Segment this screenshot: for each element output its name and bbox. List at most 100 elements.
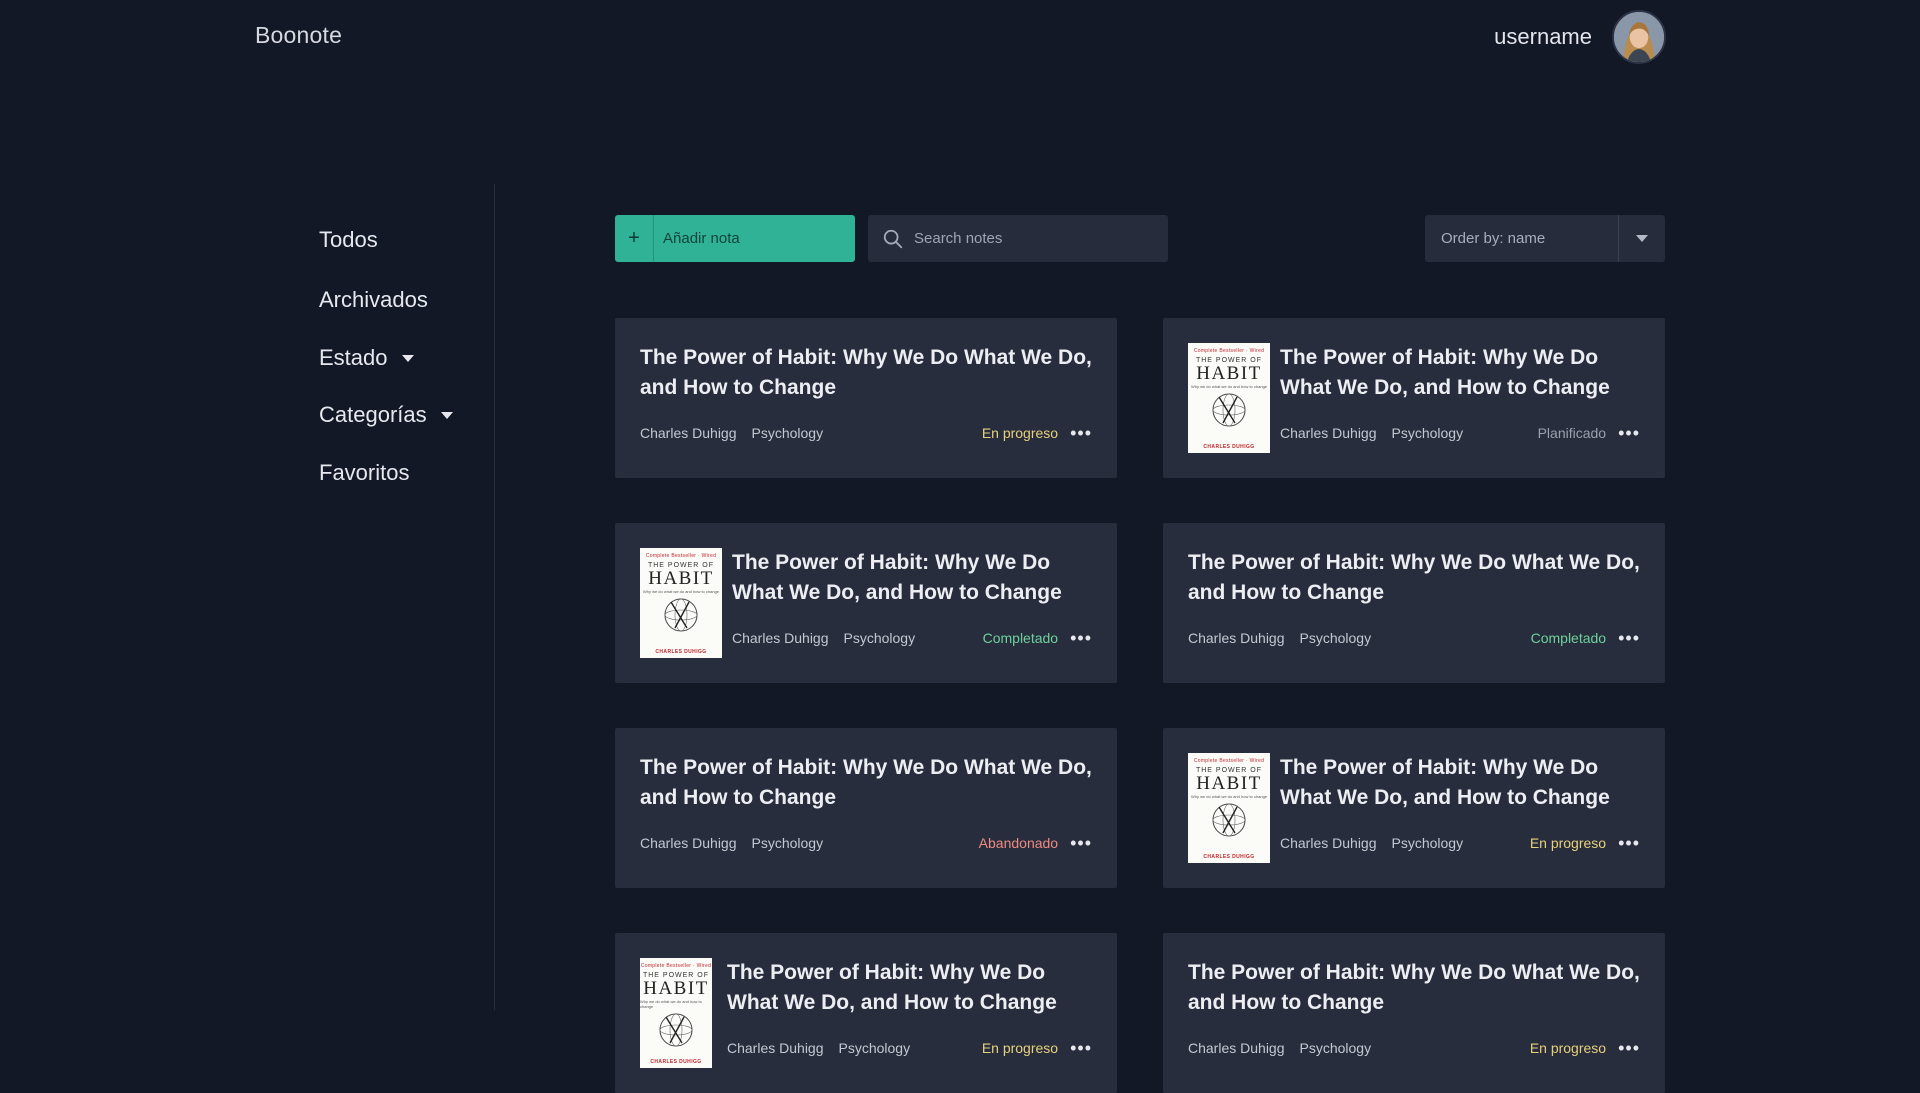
search-input[interactable]	[914, 230, 1144, 247]
cover-habit-text: HABIT	[643, 978, 709, 999]
cover-habit-text: HABIT	[1196, 773, 1262, 794]
cover-subtitle-text: Why we do what we do and how to change	[640, 999, 702, 1009]
more-options-icon[interactable]: •••	[1070, 629, 1092, 647]
note-meta: Charles Duhigg Psychology Planificado •••	[1280, 424, 1640, 442]
note-card[interactable]: Complete Bestseller · Wired THE POWER OF H…	[615, 523, 1117, 683]
sidebar-item-label: Estado	[319, 345, 388, 370]
sidebar-item-label: Archivados	[319, 287, 428, 312]
order-select[interactable]: Order by: name	[1425, 215, 1665, 262]
more-options-icon[interactable]: •••	[1618, 834, 1640, 852]
username: username	[1494, 24, 1592, 49]
note-card-body: The Power of Habit: Why We Do What We Do…	[640, 343, 1092, 478]
cover-top-text: Complete Bestseller · Wired	[645, 553, 717, 559]
cover-subtitle-text: Why we do what we do and how to change	[1190, 384, 1268, 389]
cover-top-text: Complete Bestseller · Wired	[1193, 348, 1265, 354]
note-category: Psychology	[751, 835, 824, 851]
sidebar-item-archivados[interactable]: Archivados	[319, 287, 428, 313]
more-options-icon[interactable]: •••	[1070, 1039, 1092, 1057]
note-category: Psychology	[843, 630, 916, 646]
order-label: Order by: name	[1441, 230, 1546, 247]
cover-author-text: CHARLES DUHIGG	[1203, 854, 1255, 860]
note-meta: Charles Duhigg Psychology Completado •••	[1188, 629, 1640, 647]
search-box	[868, 215, 1168, 262]
sidebar-item-label: Todos	[319, 227, 378, 252]
status-badge: Planificado	[1537, 425, 1607, 441]
note-author: Charles Duhigg	[1188, 630, 1285, 646]
note-title[interactable]: The Power of Habit: Why We Do What We Do…	[732, 548, 1092, 608]
note-card-body: The Power of Habit: Why We Do What We Do…	[1280, 343, 1640, 478]
status-badge: En progreso	[1529, 1040, 1607, 1056]
more-options-icon[interactable]: •••	[1618, 629, 1640, 647]
note-author: Charles Duhigg	[640, 425, 737, 441]
note-title[interactable]: The Power of Habit: Why We Do What We Do…	[1188, 548, 1640, 608]
toolbar: + Añadir nota Order by: name	[615, 215, 1665, 262]
chevron-down-icon	[401, 354, 414, 362]
more-options-icon[interactable]: •••	[1618, 424, 1640, 442]
note-card-body: The Power of Habit: Why We Do What We Do…	[1188, 548, 1640, 683]
user-menu[interactable]: username	[1494, 10, 1666, 64]
note-title[interactable]: The Power of Habit: Why We Do What We Do…	[640, 753, 1092, 813]
cover-top-text: Complete Bestseller · Wired	[640, 963, 712, 969]
note-category: Psychology	[1299, 1040, 1372, 1056]
note-card[interactable]: The Power of Habit: Why We Do What We Do…	[615, 318, 1117, 478]
note-card[interactable]: Complete Bestseller · Wired THE POWER OF H…	[1163, 318, 1665, 478]
status-badge: Abandonado	[978, 835, 1059, 851]
note-title[interactable]: The Power of Habit: Why We Do What We Do…	[1188, 958, 1640, 1018]
status-badge: Completado	[1530, 630, 1607, 646]
note-meta: Charles Duhigg Psychology En progreso •••	[640, 424, 1092, 442]
note-card[interactable]: Complete Bestseller · Wired THE POWER OF H…	[615, 933, 1117, 1093]
note-title[interactable]: The Power of Habit: Why We Do What We Do…	[1280, 343, 1640, 403]
search-icon	[883, 229, 903, 248]
dropdown-toggle[interactable]	[1618, 215, 1665, 262]
note-category: Psychology	[1391, 425, 1464, 441]
note-card[interactable]: The Power of Habit: Why We Do What We Do…	[1163, 523, 1665, 683]
avatar[interactable]	[1612, 10, 1666, 64]
note-card-body: The Power of Habit: Why We Do What We Do…	[1188, 958, 1640, 1093]
add-note-button[interactable]: + Añadir nota	[615, 215, 855, 262]
sidebar-item-todos[interactable]: Todos	[319, 227, 378, 253]
sidebar-item-label: Favoritos	[319, 460, 410, 485]
status-badge: En progreso	[1529, 835, 1607, 851]
note-category: Psychology	[838, 1040, 911, 1056]
cover-habit-text: HABIT	[1196, 363, 1262, 384]
note-card-body: The Power of Habit: Why We Do What We Do…	[732, 548, 1092, 683]
note-card-body: The Power of Habit: Why We Do What We Do…	[1280, 753, 1640, 888]
note-title[interactable]: The Power of Habit: Why We Do What We Do…	[727, 958, 1092, 1018]
more-options-icon[interactable]: •••	[1618, 1039, 1640, 1057]
add-note-label: Añadir nota	[663, 230, 740, 247]
note-category: Psychology	[751, 425, 824, 441]
plus-icon: +	[615, 215, 654, 262]
note-meta: Charles Duhigg Psychology Abandonado •••	[640, 834, 1092, 852]
note-title[interactable]: The Power of Habit: Why We Do What We Do…	[1280, 753, 1640, 813]
note-meta: Charles Duhigg Psychology En progreso •••	[1188, 1039, 1640, 1057]
more-options-icon[interactable]: •••	[1070, 424, 1092, 442]
note-card[interactable]: The Power of Habit: Why We Do What We Do…	[615, 728, 1117, 888]
sidebar-item-label: Categorías	[319, 402, 427, 427]
cover-author-text: CHARLES DUHIGG	[1203, 444, 1255, 450]
note-author: Charles Duhigg	[1280, 425, 1377, 441]
status-badge: Completado	[982, 630, 1059, 646]
cover-habit-text: HABIT	[648, 568, 714, 589]
sidebar-item-favoritos[interactable]: Favoritos	[319, 460, 409, 486]
cover-subtitle-text: Why we do what we do and how to change	[1190, 794, 1268, 799]
book-cover-image: Complete Bestseller · Wired THE POWER OF H…	[640, 548, 722, 658]
sidebar: Todos Archivados Estado Categorías Favor…	[0, 184, 495, 1010]
status-badge: En progreso	[981, 425, 1059, 441]
notes-grid: The Power of Habit: Why We Do What We Do…	[615, 318, 1665, 1093]
note-author: Charles Duhigg	[727, 1040, 824, 1056]
book-cover-image: Complete Bestseller · Wired THE POWER OF H…	[640, 958, 712, 1068]
more-options-icon[interactable]: •••	[1070, 834, 1092, 852]
sidebar-item-categorias[interactable]: Categorías	[319, 402, 453, 428]
cover-subtitle-text: Why we do what we do and how to change	[642, 589, 720, 594]
note-author: Charles Duhigg	[1280, 835, 1377, 851]
cover-top-text: Complete Bestseller · Wired	[1193, 758, 1265, 764]
brand-logo[interactable]: Boonote	[255, 22, 342, 49]
note-card[interactable]: Complete Bestseller · Wired THE POWER OF H…	[1163, 728, 1665, 888]
cover-author-text: CHARLES DUHIGG	[650, 1059, 702, 1065]
note-meta: Charles Duhigg Psychology Completado •••	[732, 629, 1092, 647]
sidebar-item-estado[interactable]: Estado	[319, 345, 414, 371]
note-title[interactable]: The Power of Habit: Why We Do What We Do…	[640, 343, 1092, 403]
book-cover-image: Complete Bestseller · Wired THE POWER OF H…	[1188, 343, 1270, 453]
note-card-body: The Power of Habit: Why We Do What We Do…	[640, 753, 1092, 888]
note-card[interactable]: The Power of Habit: Why We Do What We Do…	[1163, 933, 1665, 1093]
